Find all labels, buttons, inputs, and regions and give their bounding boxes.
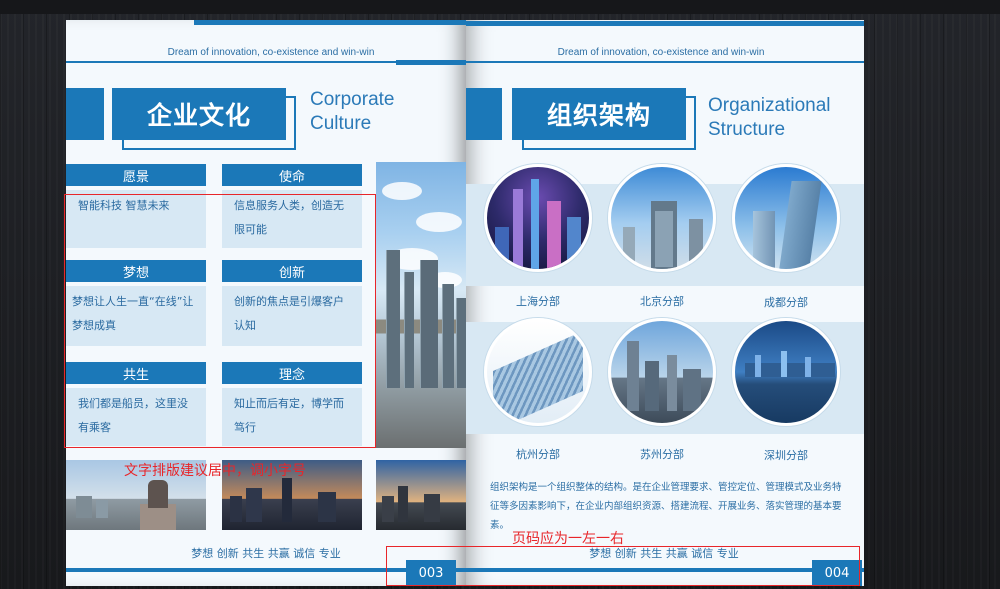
top-bar — [0, 0, 1000, 14]
top-line — [194, 20, 466, 25]
hangzhou-photo — [484, 318, 592, 426]
card-head-vision: 愿景 — [66, 164, 206, 186]
left-annotation-note: 文字排版建议居中，调小字号 — [124, 463, 306, 479]
left-title-en-2: Culture — [310, 113, 372, 134]
tagline-rule — [466, 61, 864, 63]
right-annotation-box — [386, 546, 860, 586]
right-title-en-1: Organizational — [708, 95, 831, 116]
left-page-title: 企业文化 — [112, 88, 286, 140]
branch-label-chengdu: 成都分部 — [764, 296, 808, 309]
branch-label-shenzhen: 深圳分部 — [764, 449, 808, 462]
title-accent-block — [466, 88, 502, 140]
right-tagline: Dream of innovation, co-existence and wi… — [557, 47, 765, 58]
branch-label-suzhou: 苏州分部 — [640, 448, 684, 461]
branch-label-beijing: 北京分部 — [640, 295, 684, 308]
suzhou-photo — [608, 318, 716, 426]
branch-label-hangzhou: 杭州分部 — [516, 448, 560, 461]
branch-label-shanghai: 上海分部 — [516, 295, 560, 308]
right-page-title: 组织架构 — [512, 88, 686, 140]
tagline-rule-accent — [396, 60, 466, 65]
left-annotation-box — [64, 194, 376, 448]
right-annotation-note: 页码应为一左一右 — [512, 531, 624, 547]
tagline-rule — [66, 61, 396, 63]
chengdu-photo — [732, 164, 840, 272]
shenzhen-photo — [732, 318, 840, 426]
sunset-city-thumbnail — [376, 460, 466, 530]
left-tagline: Dream of innovation, co-existence and wi… — [167, 47, 375, 58]
left-footer-text: 梦想 创新 共生 共赢 诚信 专业 — [191, 547, 341, 560]
shanghai-photo — [484, 164, 592, 272]
city-skyline-photo — [376, 162, 466, 448]
card-head-mission: 使命 — [222, 164, 362, 186]
right-page: Dream of innovation, co-existence and wi… — [466, 20, 864, 586]
beijing-photo — [608, 164, 716, 272]
right-title-en-2: Structure — [708, 119, 786, 140]
org-description: 组织架构是一个组织整体的结构。是在企业管理要求、管控定位、管理模式及业务特征等多… — [490, 482, 842, 531]
left-title-en-1: Corporate — [310, 89, 395, 110]
top-line — [466, 21, 864, 26]
title-accent-block — [66, 88, 104, 140]
